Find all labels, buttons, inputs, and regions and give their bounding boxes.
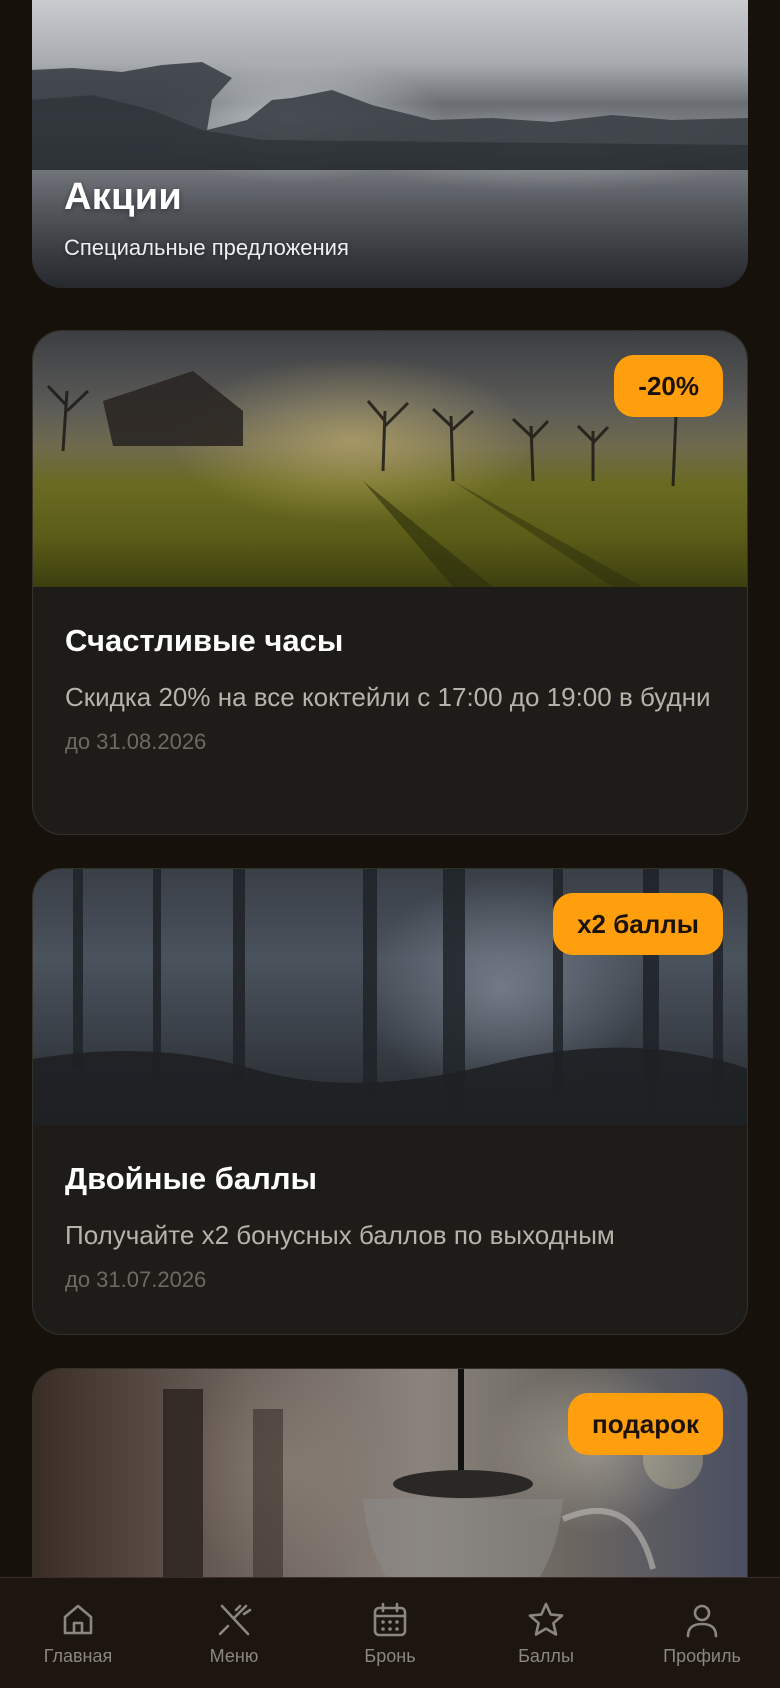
promotions-screen: Акции Специальные предложения -20% Счаст… [0, 0, 780, 1688]
cutlery-icon [218, 1604, 252, 1636]
tab-menu[interactable]: Меню [156, 1578, 312, 1688]
calendar-icon [373, 1602, 407, 1637]
promo-card-happy-hours[interactable]: -20% Счастливые часы Скидка 20% на все к… [32, 330, 748, 835]
promo-title: Двойные баллы [65, 1161, 318, 1196]
bottom-tab-bar: Главная Меню Бронь Баллы Профиль [0, 1577, 780, 1688]
promo-title: Счастливые часы [65, 623, 344, 658]
tab-label: Профиль [663, 1646, 741, 1666]
tab-label: Главная [43, 1646, 113, 1666]
discount-badge: -20% [614, 355, 723, 417]
tab-label: Бронь [364, 1646, 416, 1666]
promo-description: Скидка 20% на все коктейли с 17:00 до 19… [65, 682, 711, 712]
promo-expiry-date: до 31.08.2026 [65, 729, 207, 754]
tab-profile[interactable]: Профиль [624, 1578, 780, 1688]
promo-image: -20% [33, 331, 747, 587]
page-title: Акции [64, 176, 183, 218]
points-badge: x2 баллы [553, 893, 723, 955]
tab-points[interactable]: Баллы [468, 1578, 624, 1688]
page-subtitle: Специальные предложения [64, 235, 349, 260]
tab-label: Баллы [518, 1646, 574, 1666]
tab-home[interactable]: Главная [0, 1578, 156, 1688]
tab-booking[interactable]: Бронь [312, 1578, 468, 1688]
home-icon [63, 1604, 93, 1635]
promo-description: Получайте x2 бонусных баллов по выходным [65, 1220, 615, 1250]
gift-badge: подарок [568, 1393, 723, 1455]
promo-image: x2 баллы [33, 869, 747, 1125]
promo-card-double-points[interactable]: x2 баллы Двойные баллы Получайте x2 бону… [32, 868, 748, 1335]
tab-label: Меню [209, 1646, 259, 1666]
star-icon [528, 1602, 564, 1636]
promo-expiry-date: до 31.07.2026 [65, 1267, 207, 1292]
user-icon [686, 1604, 718, 1638]
hero-banner: Акции Специальные предложения [32, 0, 748, 288]
